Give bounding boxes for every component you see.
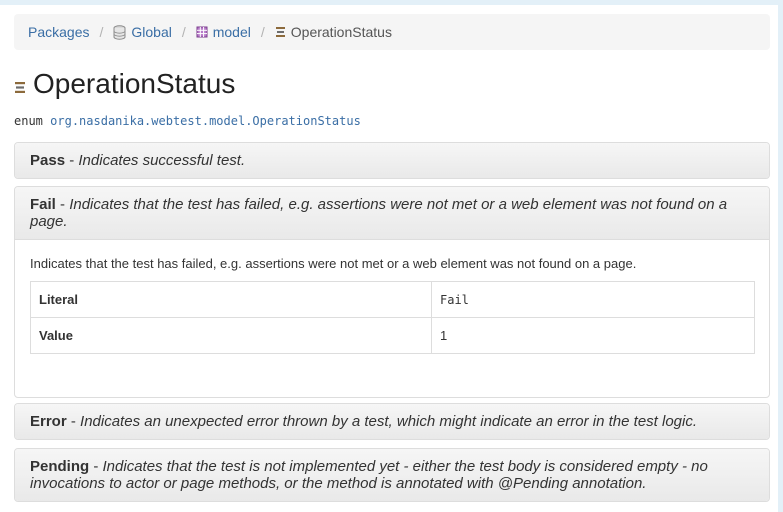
qualified-name-link[interactable]: org.nasdanika.webtest.model.OperationSta… [50, 114, 361, 128]
property-key: Literal [30, 281, 432, 318]
breadcrumb-item-global: Global / [113, 24, 195, 40]
property-value: Fail [431, 281, 755, 318]
literal-header[interactable]: Error - Indicates an unexpected error th… [15, 404, 769, 439]
literal-body: Indicates that the test has failed, e.g.… [15, 239, 769, 354]
literal-description: Indicates that the test has failed, e.g.… [30, 256, 637, 271]
package-icon [196, 26, 208, 38]
literal-summary: Indicates that the test is not implement… [30, 458, 708, 492]
literal-header[interactable]: Pass - Indicates successful test. [15, 143, 769, 178]
breadcrumb-item-model: model / [196, 24, 275, 40]
top-strip [0, 0, 783, 5]
literal-name: Pending [30, 458, 90, 475]
enum-icon [275, 26, 286, 38]
breadcrumb-current-label: OperationStatus [290, 24, 392, 40]
literal-dash: - [55, 196, 70, 213]
literal-panel-fail: Fail - Indicates that the test has faile… [14, 186, 770, 398]
packages-link[interactable]: Packages [28, 24, 89, 40]
type-declaration: enum org.nasdanika.webtest.model.Operati… [14, 114, 361, 128]
literal-summary: Indicates an unexpected error thrown by … [80, 413, 698, 430]
breadcrumb-separator: / [181, 24, 186, 40]
page-title-row: OperationStatus [14, 68, 235, 100]
literal-dash: - [65, 152, 79, 169]
literal-name: Pass [30, 152, 66, 169]
page: Packages / Global / model / OperationSta… [0, 0, 783, 512]
property-value: 1 [431, 317, 755, 354]
breadcrumb-item-packages: Packages / [28, 24, 113, 40]
property-key: Value [30, 317, 432, 354]
literal-summary: Indicates that the test has failed, e.g.… [30, 196, 728, 230]
literal-panel-pending: Pending - Indicates that the test is not… [14, 448, 770, 502]
enum-icon [14, 81, 26, 94]
breadcrumb-separator: / [99, 24, 104, 40]
type-kind: enum [14, 114, 43, 128]
literal-dash: - [89, 458, 103, 475]
literal-panel-error: Error - Indicates an unexpected error th… [14, 403, 770, 440]
literal-header[interactable]: Pending - Indicates that the test is not… [15, 449, 769, 501]
right-strip [778, 0, 783, 512]
literal-properties-table: Literal Fail Value 1 [30, 281, 755, 354]
literal-name: Fail [30, 196, 56, 213]
table-row: Value 1 [30, 317, 755, 354]
breadcrumb-item-current: OperationStatus [275, 24, 392, 40]
literal-dash: - [66, 413, 81, 430]
literal-summary: Indicates successful test. [78, 152, 246, 169]
page-title: OperationStatus [33, 68, 236, 99]
literal-panel-pass: Pass - Indicates successful test. [14, 142, 770, 179]
literal-header[interactable]: Fail - Indicates that the test has faile… [15, 187, 769, 239]
breadcrumb-separator: / [260, 24, 265, 40]
global-link[interactable]: Global [131, 24, 171, 40]
model-link[interactable]: model [213, 24, 251, 40]
table-row: Literal Fail [30, 281, 755, 318]
breadcrumb: Packages / Global / model / OperationSta… [14, 14, 770, 50]
database-icon [113, 24, 126, 40]
literal-name: Error [30, 413, 67, 430]
